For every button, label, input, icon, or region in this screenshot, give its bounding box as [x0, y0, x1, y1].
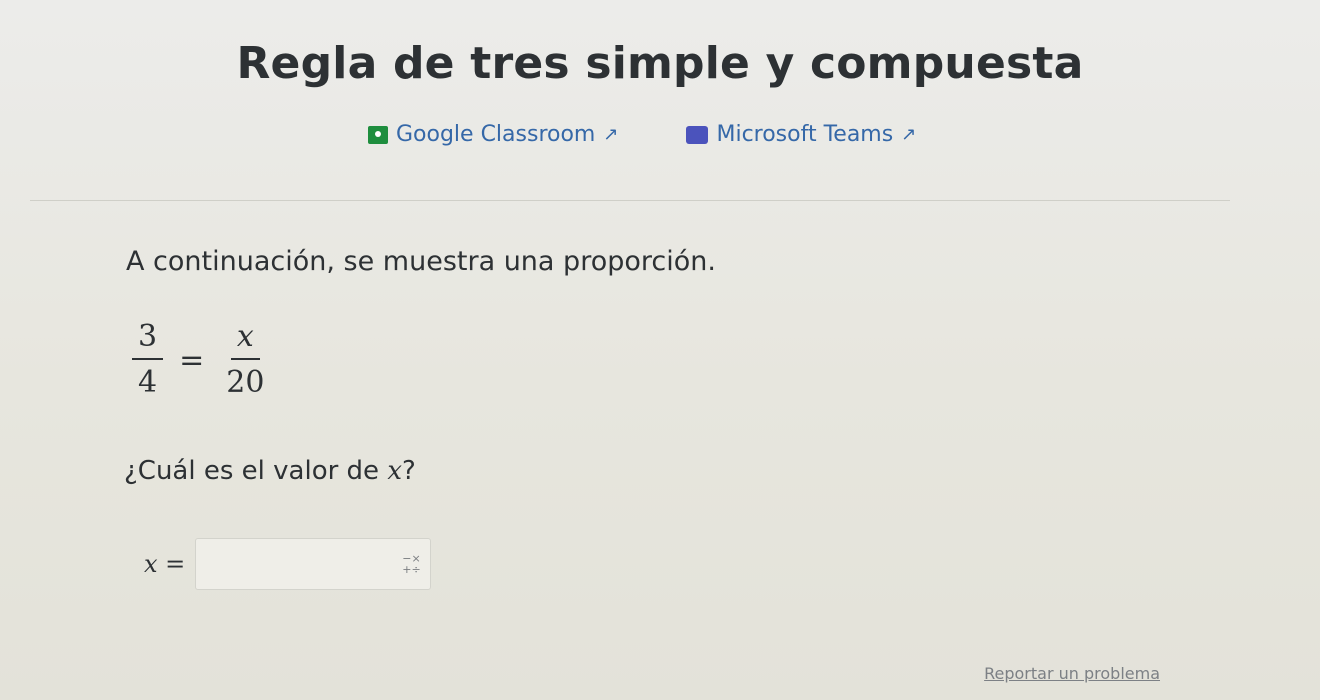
right-numerator: x [230, 322, 260, 360]
left-denominator: 4 [138, 365, 158, 400]
divider [30, 200, 1230, 201]
equals-sign: = [179, 342, 205, 378]
report-problem-link[interactable]: Reportar un problema [984, 664, 1160, 683]
question-suffix: ? [402, 456, 416, 486]
microsoft-teams-link[interactable]: Microsoft Teams ↗ [686, 122, 916, 147]
problem-intro: A continuación, se muestra una proporció… [126, 246, 716, 277]
answer-label: x = [144, 550, 186, 578]
question-variable: x [387, 456, 402, 486]
google-classroom-label: Google Classroom [396, 122, 596, 147]
external-link-icon: ↗ [901, 124, 917, 145]
right-denominator: 20 [226, 365, 265, 400]
share-links: Google Classroom ↗ Microsoft Teams ↗ [368, 122, 916, 147]
left-fraction: 3 4 [132, 322, 164, 400]
google-classroom-link[interactable]: Google Classroom ↗ [368, 122, 618, 147]
microsoft-teams-icon [686, 125, 709, 144]
google-classroom-icon [368, 125, 388, 144]
answer-input-box[interactable]: −× +÷ [195, 538, 432, 590]
question-text: ¿Cuál es el valor de x? [124, 456, 416, 486]
exercise-page: Regla de tres simple y compuesta Google … [0, 0, 1320, 700]
microsoft-teams-label: Microsoft Teams [716, 122, 894, 147]
external-link-icon: ↗ [603, 124, 619, 145]
math-keypad-icon[interactable]: −× +÷ [402, 553, 420, 575]
answer-row: x = −× +÷ [144, 538, 432, 590]
right-fraction: x 20 [220, 322, 270, 398]
answer-input[interactable] [196, 539, 407, 587]
question-prefix: ¿Cuál es el valor de [124, 456, 388, 486]
left-numerator: 3 [132, 322, 164, 360]
page-title: Regla de tres simple y compuesta [236, 38, 1084, 89]
proportion-equation: 3 4 = x 20 [128, 322, 274, 398]
